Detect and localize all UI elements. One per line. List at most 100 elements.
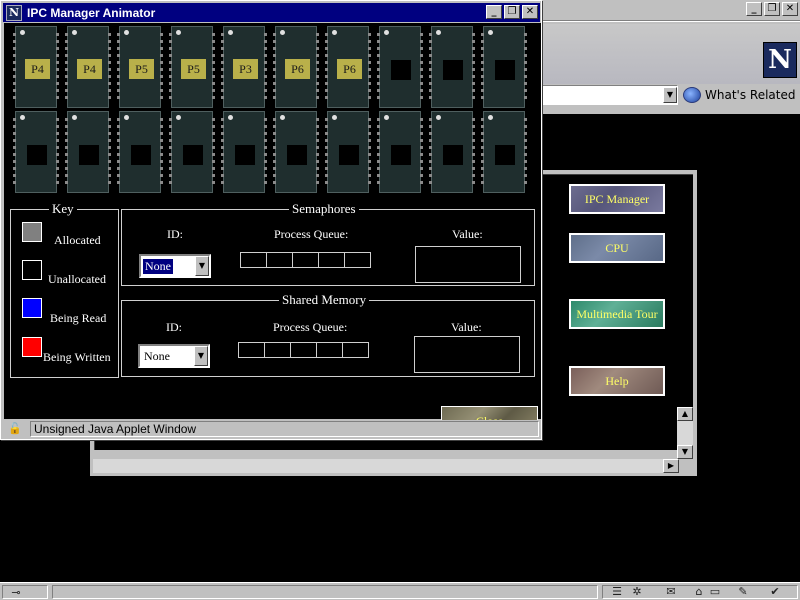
being-written-label: Being Written xyxy=(43,350,111,364)
minimize-button[interactable]: _ xyxy=(486,5,502,19)
semaphore-queue-label: Process Queue: xyxy=(274,227,349,241)
chip-empty-slot xyxy=(339,145,359,165)
memory-chip: P4 xyxy=(65,26,111,108)
chip-notch-icon xyxy=(72,30,77,35)
chip-notch-icon xyxy=(124,30,129,35)
maximize-button[interactable]: ❐ xyxy=(504,5,520,19)
chip-notch-icon xyxy=(20,115,25,120)
chip-notch-icon xyxy=(488,30,493,35)
queue-slot xyxy=(290,342,317,358)
memory-chip xyxy=(377,26,423,108)
memory-chip xyxy=(13,111,59,193)
memory-chip xyxy=(221,111,267,193)
chip-notch-icon xyxy=(436,115,441,120)
semaphore-id-select[interactable]: None ▼ xyxy=(139,254,211,278)
location-input[interactable] xyxy=(540,85,678,105)
memory-chip: P5 xyxy=(117,26,163,108)
browser-toolbar xyxy=(540,24,800,84)
shared-memory-id-selected: None xyxy=(144,348,170,363)
chip-empty-slot xyxy=(27,145,47,165)
window-title: IPC Manager Animator xyxy=(27,5,156,20)
close-window-button[interactable]: ✕ xyxy=(522,5,538,19)
semaphore-process-queue xyxy=(240,252,371,268)
chip-notch-icon xyxy=(176,115,181,120)
memory-chip xyxy=(273,111,319,193)
frame-vertical-scrollbar[interactable]: ▲ ▼ xyxy=(677,407,693,459)
chevron-down-icon[interactable]: ▼ xyxy=(195,256,209,276)
chip-notch-icon xyxy=(332,30,337,35)
chip-process-label: P4 xyxy=(25,59,50,79)
chip-empty-slot xyxy=(391,60,411,80)
netscape-app-icon[interactable]: N xyxy=(6,4,22,21)
mail-icon[interactable]: ✉ xyxy=(662,585,680,599)
chip-notch-icon xyxy=(280,115,285,120)
multimedia-tour-button[interactable]: Multimedia Tour xyxy=(569,299,665,329)
applet-title-bar[interactable]: N IPC Manager Animator _ ❐ ✕ xyxy=(3,3,540,22)
scroll-right-button[interactable]: ▶ xyxy=(663,459,679,473)
scroll-up-button[interactable]: ▲ xyxy=(677,407,693,421)
chip-notch-icon xyxy=(124,115,129,120)
chip-notch-icon xyxy=(332,115,337,120)
chip-empty-slot xyxy=(443,60,463,80)
cpu-button[interactable]: CPU xyxy=(569,233,665,263)
shared-memory-id-label: ID: xyxy=(166,320,182,334)
chip-notch-icon xyxy=(488,115,493,120)
shared-memory-id-select[interactable]: None ▼ xyxy=(138,344,210,368)
shared-memory-title: Shared Memory xyxy=(279,292,370,308)
chevron-down-icon[interactable]: ▼ xyxy=(194,346,208,366)
browser-window-controls: _ ❐ ✕ xyxy=(746,2,798,16)
browser-minimize-button[interactable]: _ xyxy=(746,2,762,16)
chip-notch-icon xyxy=(280,30,285,35)
netscape-logo[interactable]: N xyxy=(763,42,797,78)
chip-empty-slot xyxy=(495,60,515,80)
checkmark-icon[interactable]: ✔ xyxy=(766,585,784,599)
applet-window: N IPC Manager Animator _ ❐ ✕ P4 P4 P5 P5 P3 P… xyxy=(0,0,542,440)
queue-slot xyxy=(316,342,343,358)
semaphore-id-selected: None xyxy=(143,258,173,274)
memory-chip xyxy=(65,111,111,193)
queue-slot xyxy=(240,252,267,268)
chip-empty-slot xyxy=(443,145,463,165)
chip-notch-icon xyxy=(228,115,233,120)
help-button[interactable]: Help xyxy=(569,366,665,396)
unallocated-swatch xyxy=(22,260,42,280)
allocated-label: Allocated xyxy=(54,233,101,247)
browser-restore-button[interactable]: ❐ xyxy=(764,2,780,16)
status-message xyxy=(52,585,598,599)
memory-chip: P5 xyxy=(169,26,215,108)
applet-status-bar: 🔓 Unsigned Java Applet Window xyxy=(4,420,541,438)
address-book-icon[interactable]: ▭ xyxy=(706,585,724,599)
security-icon[interactable]: ☰ xyxy=(608,585,626,599)
chip-notch-icon xyxy=(176,30,181,35)
chip-notch-icon xyxy=(20,30,25,35)
semaphore-id-label: ID: xyxy=(167,227,183,241)
semaphores-title: Semaphores xyxy=(289,201,359,217)
chip-empty-slot xyxy=(183,145,203,165)
composer-icon[interactable]: ✎ xyxy=(734,585,752,599)
chip-process-label: P4 xyxy=(77,59,102,79)
ipc-manager-button[interactable]: IPC Manager xyxy=(569,184,665,214)
applet-status-text: Unsigned Java Applet Window xyxy=(30,421,539,437)
memory-chip xyxy=(429,26,475,108)
navigator-icon[interactable]: ✲ xyxy=(628,585,646,599)
being-read-swatch xyxy=(22,298,42,318)
scroll-down-button[interactable]: ▼ xyxy=(677,445,693,459)
queue-slot xyxy=(266,252,293,268)
queue-slot xyxy=(344,252,371,268)
chip-notch-icon xyxy=(72,115,77,120)
chip-notch-icon xyxy=(384,115,389,120)
shared-memory-value-box xyxy=(414,336,520,373)
browser-close-button[interactable]: ✕ xyxy=(782,2,798,16)
unallocated-label: Unallocated xyxy=(48,272,106,286)
whats-related-button[interactable]: What's Related xyxy=(683,85,795,105)
location-dropdown-button[interactable]: ▼ xyxy=(663,87,677,103)
frame-horizontal-scrollbar[interactable]: ▶ xyxy=(93,459,679,473)
memory-chip xyxy=(429,111,475,193)
applet-window-controls: _ ❐ ✕ xyxy=(486,5,538,19)
chip-empty-slot xyxy=(495,145,515,165)
shared-memory-queue-label: Process Queue: xyxy=(273,320,348,334)
browser-status-bar: ⊸ ☰ ✲ ✉ ⌂ ▭ ✎ ✔ xyxy=(0,582,800,600)
queue-slot xyxy=(292,252,319,268)
semaphores-panel: Semaphores ID: Process Queue: Value: Non… xyxy=(121,201,535,286)
connection-indicator: ⊸ xyxy=(2,585,48,599)
